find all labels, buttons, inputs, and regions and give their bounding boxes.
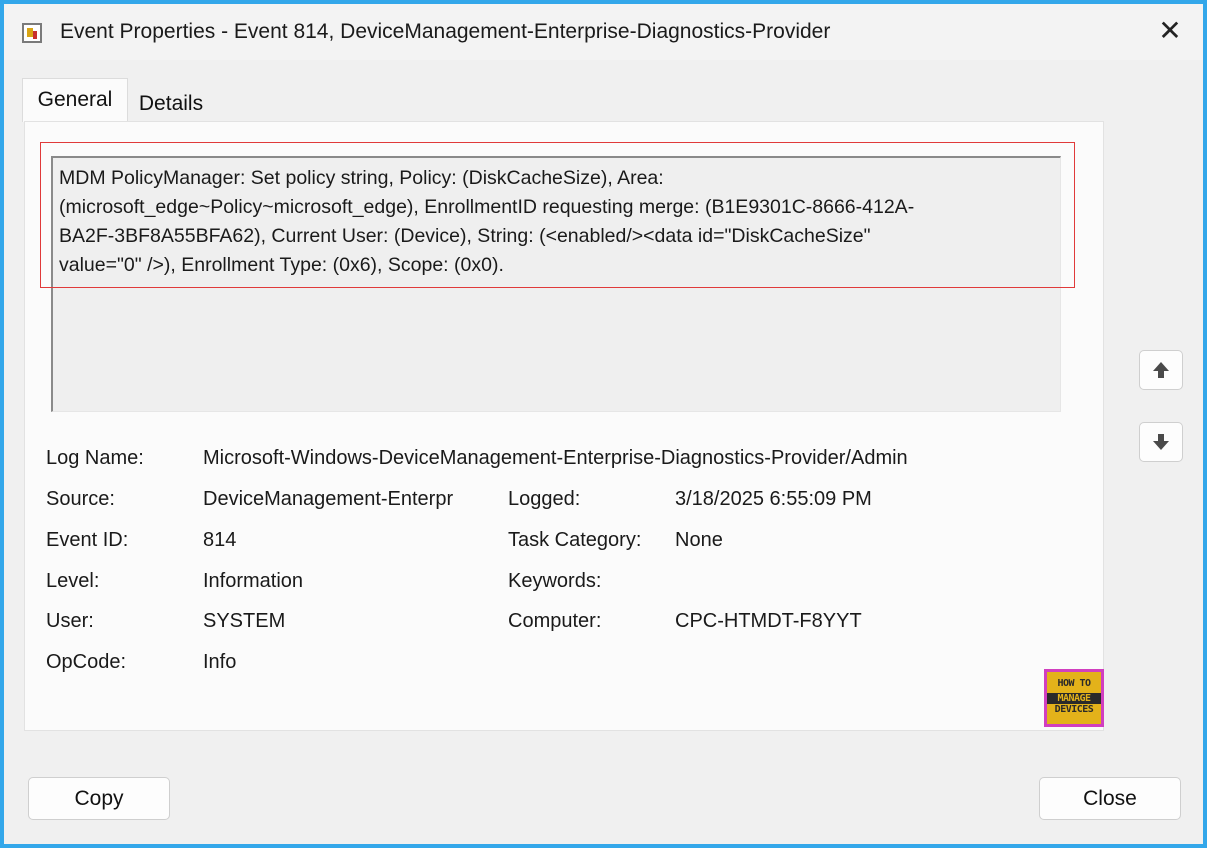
next-event-button[interactable] xyxy=(1139,422,1183,462)
close-icon[interactable]: ✕ xyxy=(1155,16,1185,46)
level-value[interactable]: Information xyxy=(203,570,303,593)
computer-label: Computer: xyxy=(508,610,602,632)
opcode-label: OpCode: xyxy=(46,651,127,673)
level-label: Level: xyxy=(46,570,100,592)
user-label: User: xyxy=(46,610,94,632)
event-properties-window: Event Properties - Event 814, DeviceMana… xyxy=(0,0,1207,848)
opcode-value[interactable]: Info xyxy=(203,651,236,674)
source-value[interactable]: DeviceManagement-Enterpr xyxy=(203,488,453,511)
previous-event-button[interactable] xyxy=(1139,350,1183,390)
close-button[interactable]: Close xyxy=(1039,777,1181,820)
logged-label: Logged: xyxy=(508,488,581,510)
computer-value[interactable]: CPC-HTMDT-F8YYT xyxy=(675,610,862,633)
message-highlight-box xyxy=(40,142,1075,288)
tab-general[interactable]: General xyxy=(22,78,128,122)
how-to-manage-devices-logo: HOW TO MANAGE DEVICES xyxy=(1044,669,1104,727)
log-name-label: Log Name: xyxy=(46,447,144,469)
event-id-value[interactable]: 814 xyxy=(203,529,236,552)
tab-details[interactable]: Details xyxy=(128,84,214,122)
task-category-value[interactable]: None xyxy=(675,529,723,552)
source-label: Source: xyxy=(46,488,115,510)
event-id-label: Event ID: xyxy=(46,529,129,551)
general-panel: MDM PolicyManager: Set policy string, Po… xyxy=(24,121,1104,731)
keywords-label: Keywords: xyxy=(508,570,602,592)
arrow-down-icon xyxy=(1153,434,1169,450)
logo-line: MANAGE xyxy=(1047,693,1101,704)
window-title: Event Properties - Event 814, DeviceMana… xyxy=(60,20,831,43)
log-name-value[interactable]: Microsoft-Windows-DeviceManagement-Enter… xyxy=(203,447,908,470)
logged-value[interactable]: 3/18/2025 6:55:09 PM xyxy=(675,488,872,511)
logo-line: DEVICES xyxy=(1054,704,1094,715)
event-viewer-icon xyxy=(22,23,42,43)
task-category-label: Task Category: xyxy=(508,529,642,551)
title-bar: Event Properties - Event 814, DeviceMana… xyxy=(4,4,1203,60)
user-value[interactable]: SYSTEM xyxy=(203,610,285,633)
logo-line: HOW TO xyxy=(1057,678,1091,689)
copy-button[interactable]: Copy xyxy=(28,777,170,820)
arrow-up-icon xyxy=(1153,362,1169,378)
